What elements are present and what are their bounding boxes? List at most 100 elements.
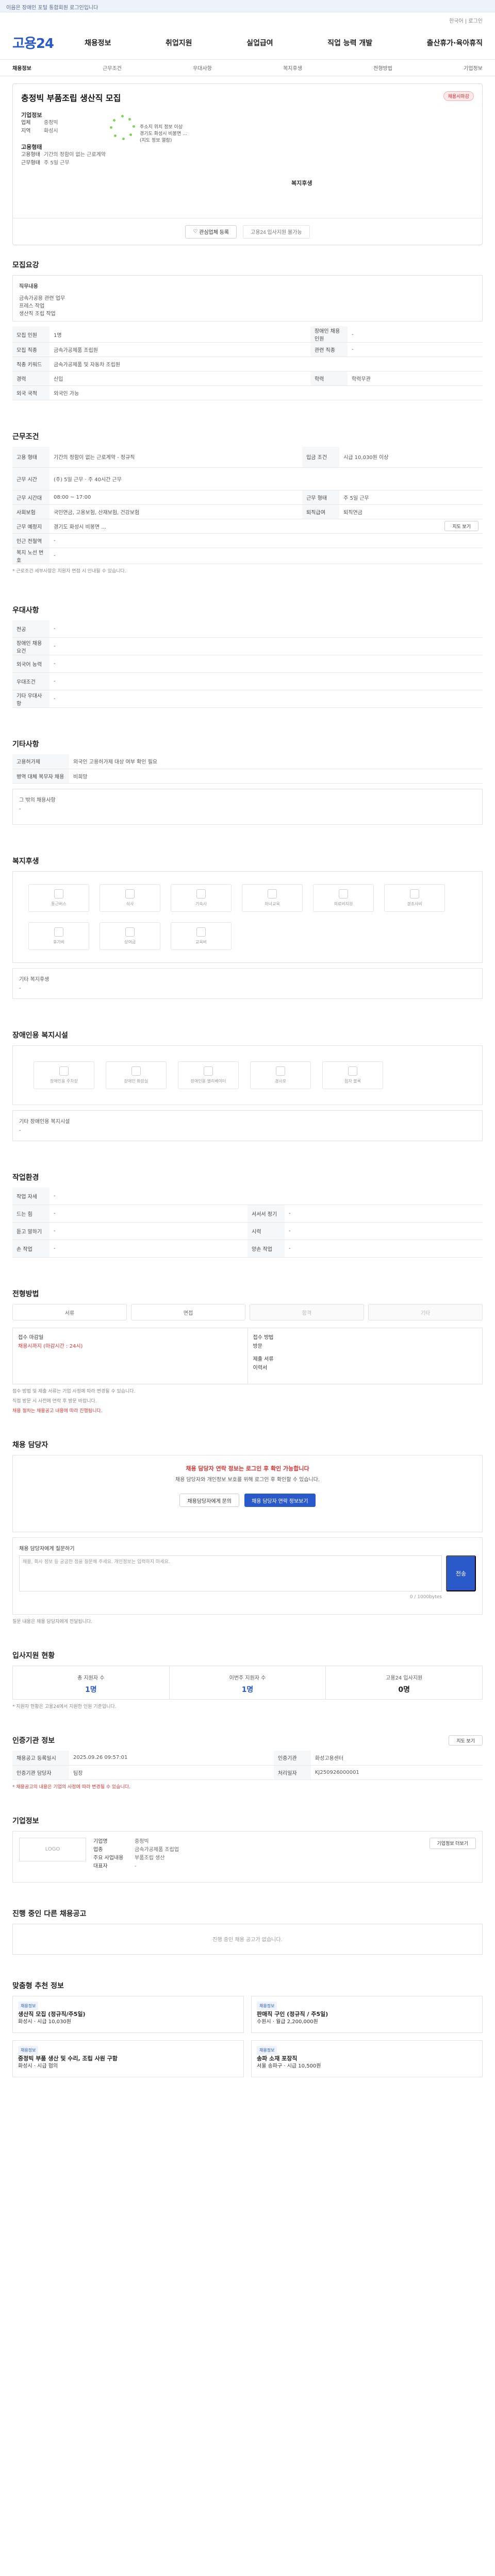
welfare-label: 복지후생 (291, 180, 312, 187)
dorm-icon (196, 889, 206, 899)
section-tabs: 채용정보 근무조건 우대사항 복지후생 전형방법 기업정보 (0, 60, 495, 76)
gnb-item-jobs[interactable]: 채용정보 (85, 38, 111, 48)
company-box: LOGO 기업명 중정빅 업종 금속가공제품 조립업 주요 사업내용 부품조립 생산 … (12, 1831, 483, 1883)
step-interview: 면접 (131, 1304, 245, 1320)
company-info-label: 기업정보 (21, 112, 42, 118)
rec-item[interactable]: 채용정보 송파 소재 포장직 서울 송파구 · 시급 10,500원 (251, 2040, 483, 2077)
tab-welfare[interactable]: 복지후생 (283, 64, 302, 72)
send-question-button[interactable]: 전송 (446, 1555, 476, 1591)
worktype-row: 근무형태 주 5일 근무 (21, 160, 70, 166)
rec-item[interactable]: 채용정보 생산직 모집 (정규직/주5일) 화성시 · 시급 10,030원 (12, 1995, 244, 2033)
medical-icon (339, 889, 348, 899)
gnb-item-training[interactable]: 직업 능력 개발 (327, 38, 372, 48)
save-interest-button[interactable]: ♡ 관심업체 등록 (185, 225, 237, 239)
company-more-button[interactable]: 기업정보 더보기 (429, 1837, 476, 1849)
apply-button[interactable]: 고용24 입사지원 불가능 (243, 225, 310, 239)
site-logo[interactable]: 고용24 (12, 33, 85, 52)
welfare-tile: 식사 (100, 884, 160, 912)
welfare-tile: 상여금 (100, 922, 160, 950)
bonus-icon (125, 927, 135, 937)
welfare-tile: 의료비지원 (313, 884, 374, 912)
ramp-icon (276, 1066, 285, 1076)
deadline-badge: 채용시마감 (443, 91, 474, 101)
gnb-item-support[interactable]: 취업지원 (166, 38, 192, 48)
section-title-process: 전형방법 (12, 1290, 39, 1298)
apply-stats: 총 지원자 수 1명 이번주 지원자 수 1명 고용24 입사지원 0명 (12, 1666, 483, 1700)
language-login-row[interactable]: 한국어 | 로그인 (0, 12, 495, 26)
gift-icon (410, 889, 419, 899)
section-title-env: 작업환경 (12, 1173, 39, 1182)
employment-row: 고용형태 기간의 정함이 없는 근로계약 (21, 152, 106, 158)
facility-tile: 점자 블록 (322, 1061, 383, 1089)
tab-process[interactable]: 전형방법 (373, 64, 392, 72)
step-document: 서류 (12, 1304, 127, 1320)
etc-other-box: 그 밖의 채용사항 - (12, 788, 483, 825)
welfare-tile: 경조사비 (384, 884, 445, 912)
process-steps: 서류 면접 합격 기타 (12, 1304, 483, 1320)
facility-tile: 경사로 (250, 1061, 311, 1089)
tab-recruit[interactable]: 채용정보 (12, 64, 31, 72)
region-row: 지역 화성시 (21, 128, 58, 134)
env-table: 작업 자세 - 드는 힘 - 서서서 정기 - 듣고 말하기 - 시력 - 손 작업 - 양손 작… (12, 1187, 483, 1258)
question-textarea[interactable]: 채용, 회사 정보 등 궁금한 점을 질문해 주세요. 개인정보는 입력하지 마… (19, 1555, 442, 1591)
contact-inquiry-button[interactable]: 채용담당자에게 문의 (179, 1494, 240, 1507)
welfare-tile: 교육비 (171, 922, 232, 950)
tab-company[interactable]: 기업정보 (464, 64, 483, 72)
map-view-button[interactable]: 지도 보기 (444, 521, 478, 531)
rec-item[interactable]: 채용정보 판매직 구인 (정규직 / 주5일) 수원시 · 월급 2,200,000… (251, 1995, 483, 2033)
welfare-tile: 통근버스 (28, 884, 89, 912)
meal-icon (125, 889, 135, 899)
section-title-contact: 채용 담당자 (12, 1441, 48, 1449)
location-info: 주소지 위치 정보 이상 경기도 화성시 비봉면 ... (지도 정보 열람) (140, 125, 187, 143)
contact-info-button[interactable]: 채용 담당자 연락 정보보기 (244, 1494, 316, 1507)
tab-work-cond[interactable]: 근무조건 (103, 64, 122, 72)
etc-table: 고용허가제 외국인 고용허가제 대상 여부 확인 필요 병역 대체 복무자 채용 비… (12, 754, 483, 784)
elevator-icon (204, 1066, 213, 1076)
section-title-recs: 맞춤형 추천 정보 (12, 1981, 64, 1990)
braille-icon (348, 1066, 357, 1076)
education-icon (268, 889, 277, 899)
parking-icon (59, 1066, 69, 1076)
work-table: 고용 형태 기간의 정함이 없는 근로계약 - 정규직 입금 조건 시급 10,030… (12, 447, 483, 564)
section-title-info: 인증기관 정보 (12, 1737, 55, 1745)
other-empty: 진행 중인 채용 공고가 없습니다. (12, 1923, 483, 1955)
tab-prefer[interactable]: 우대사항 (193, 64, 212, 72)
contact-warning: 채용 담당자 연락 정보는 로그인 후 확인 가능합니다 (186, 1465, 309, 1472)
top-notice-text: 이음은 장애인 포털 통합회원 로그인입니다 (6, 5, 98, 11)
welfare-tile: 기숙사 (171, 884, 232, 912)
contact-box: 채용 담당자 연락 정보는 로그인 후 확인 가능합니다 채용 담당자와 개인정… (12, 1455, 483, 1532)
section-title-recruit: 모집요강 (12, 261, 39, 269)
facility-tile: 장애인용 엘리베이터 (178, 1061, 239, 1089)
section-title-company: 기업정보 (12, 1817, 39, 1825)
welfare-tile: 자녀교육 (242, 884, 303, 912)
section-title-disability: 장애인용 복지시설 (12, 1031, 68, 1040)
global-nav: 채용정보 취업지원 실업급여 직업 능력 개발 출산휴가·육아휴직 (85, 38, 483, 48)
process-note: 접수 방법 및 제출 서류는 기업 사정에 따라 변경될 수 있습니다. (12, 1389, 136, 1394)
employment-label: 고용형태 (21, 144, 42, 150)
language-login-label[interactable]: 한국어 | 로그인 (449, 19, 483, 24)
info-map-button[interactable]: 지도 보기 (449, 1735, 483, 1745)
qa-note: 질문 내용은 채용 담당자에게 전달됩니다. (12, 1619, 93, 1624)
welfare-tiles: 통근버스 식사 기숙사 자녀교육 의료비지원 경조사비 휴가비 상여금 교육비 (12, 871, 483, 963)
vacation-icon (54, 927, 63, 937)
section-title-work: 근무조건 (12, 433, 39, 441)
company-logo: LOGO (19, 1837, 86, 1861)
gnb-item-unemployment[interactable]: 실업급여 (246, 38, 273, 48)
facility-tile: 장애인 화장실 (106, 1061, 167, 1089)
bus-icon (54, 889, 63, 899)
gnb-item-leave[interactable]: 출산휴가·육아휴직 (427, 38, 483, 48)
step-pass: 합격 (250, 1304, 364, 1320)
book-icon (196, 927, 206, 937)
job-description-box: 직무내용 금속가공용 관련 업무 프레스 작업 생산직 조립 작업 (12, 275, 483, 321)
welfare-tile: 휴가비 (28, 922, 89, 950)
location-loading-icon (109, 115, 137, 143)
rec-item[interactable]: 채용정보 중정빅 부품 생산 및 수리, 조립 사원 구함 화성시 · 시급 협의 (12, 2040, 244, 2077)
job-title: 충정빅 부품조립 생산직 모집 (21, 93, 121, 103)
toilet-icon (131, 1066, 141, 1076)
heart-icon: ♡ (193, 229, 200, 234)
apply-method: 접수 마감일 채용시까지 (마감시간 : 24시) 접수 방법 방문 제출 서류 이력서 (12, 1328, 483, 1384)
section-title-etc: 기타사항 (12, 740, 39, 749)
welfare-other-box: 기타 복지후생 - (12, 968, 483, 999)
company-row: 업체 중정빅 (21, 120, 58, 126)
site-header: 고용24 채용정보 취업지원 실업급여 직업 능력 개발 출산휴가·육아휴직 (0, 26, 495, 60)
